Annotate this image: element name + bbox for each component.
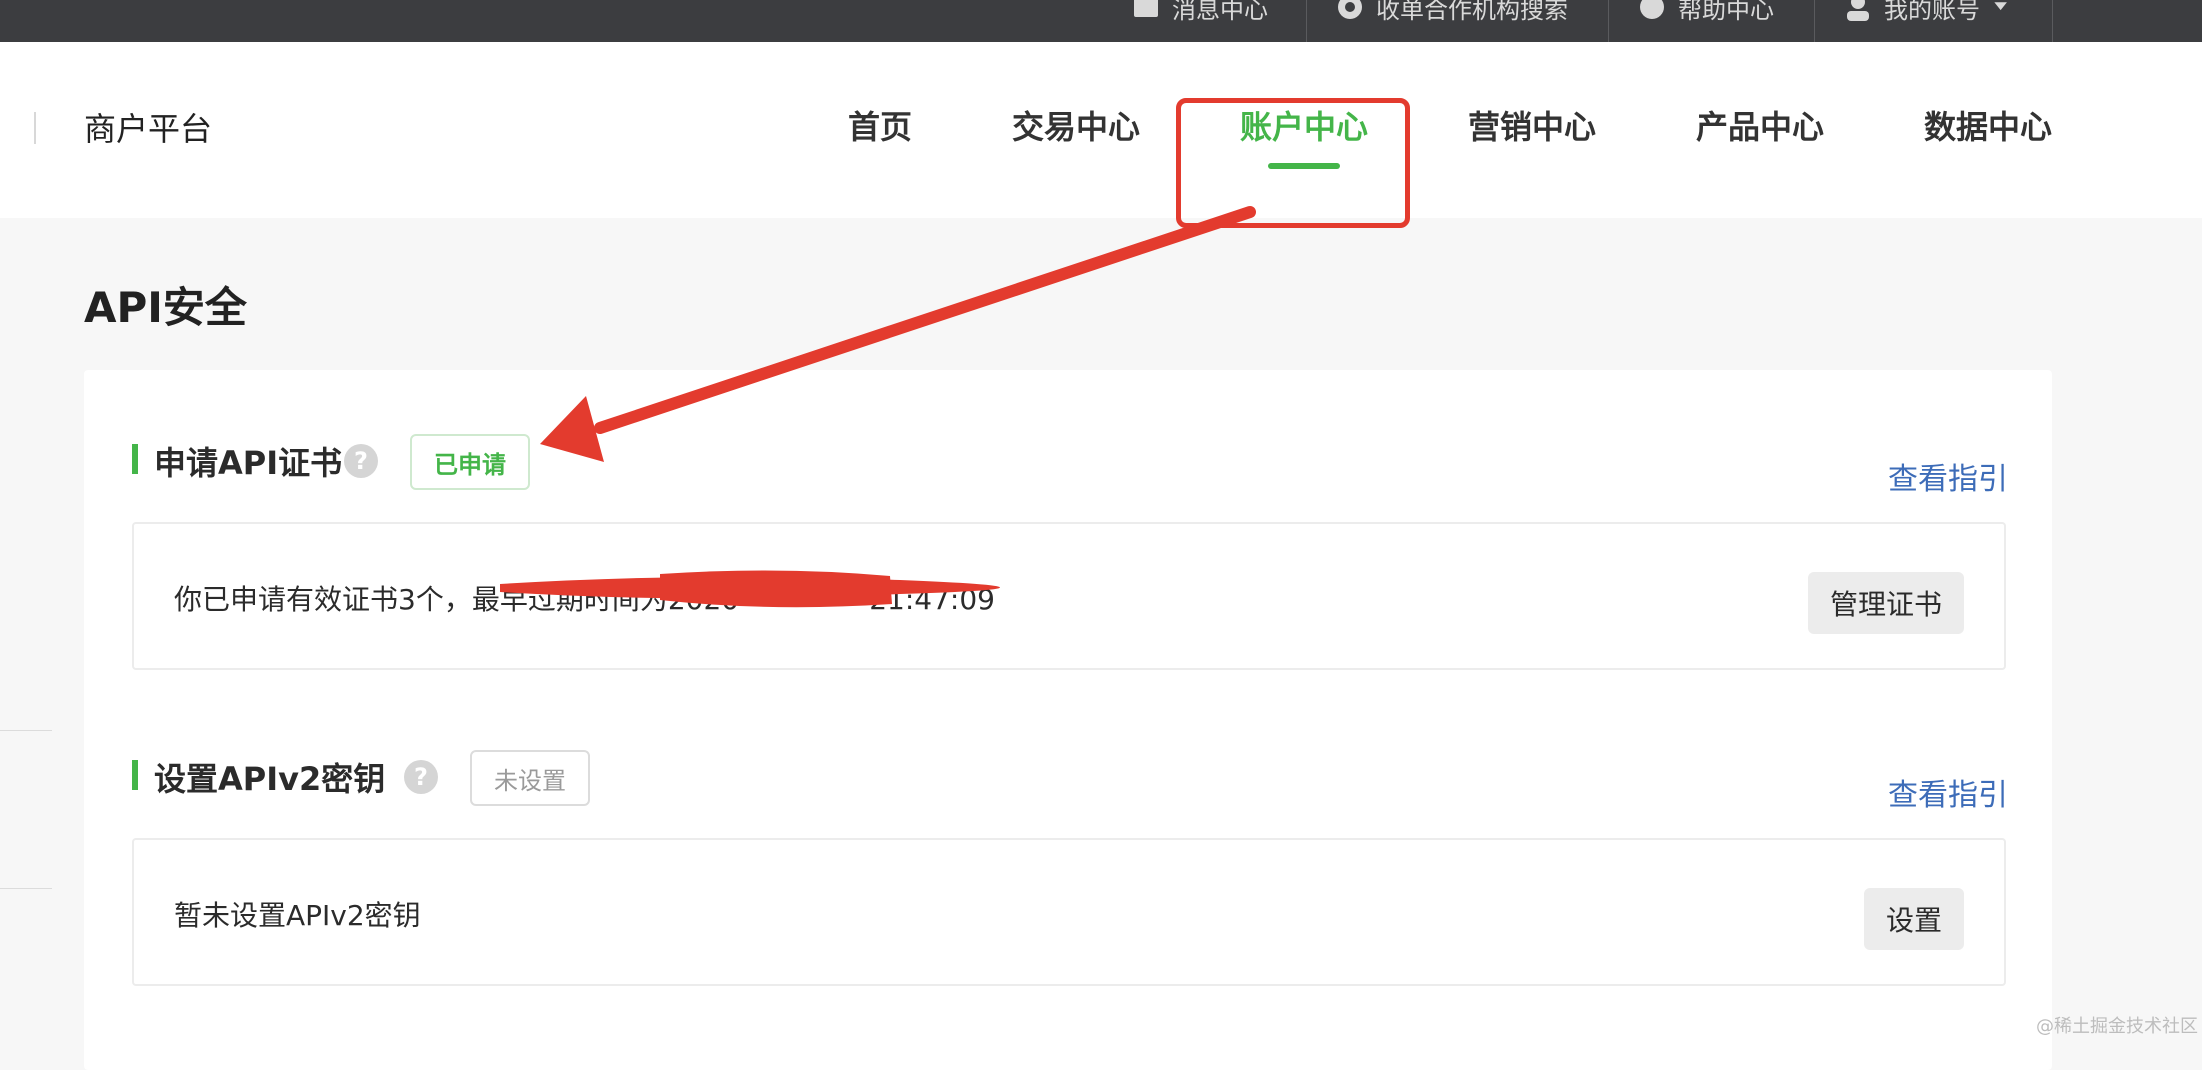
- set-key-button[interactable]: 设置: [1863, 888, 1964, 950]
- section-indicator-bar: [132, 444, 138, 474]
- utility-separator: [1306, 0, 1307, 42]
- my-account-label: 我的账号: [1884, 0, 1980, 24]
- user-icon: [1847, 0, 1869, 21]
- certificate-info-text: 你已申请有效证书3个，最早过期时间为2020- 21:47:09: [174, 578, 995, 618]
- search-agency-icon: [1338, 0, 1362, 19]
- watermark: @稀土掘金技术社区: [2036, 1016, 2198, 1037]
- left-edge-line: [0, 888, 52, 889]
- agency-search-label: 收单合作机构搜索: [1376, 0, 1568, 24]
- chevron-down-icon: [1994, 2, 2007, 11]
- apiv2-key-info-text: 暂未设置APIv2密钥: [174, 899, 421, 932]
- header-divider: [34, 112, 36, 144]
- nav-data-center[interactable]: 数据中心: [1924, 102, 2052, 148]
- question-icon[interactable]: ?: [404, 760, 438, 794]
- my-account-menu[interactable]: 我的账号: [1844, 0, 2014, 28]
- certificate-row: 你已申请有效证书3个，最早过期时间为2020- 21:47:09 管理证书: [132, 522, 2006, 670]
- message-icon: [1134, 0, 1158, 17]
- section-indicator-bar: [132, 760, 138, 790]
- message-center-link[interactable]: 消息中心: [1132, 0, 1268, 28]
- nav-product-center[interactable]: 产品中心: [1696, 102, 1824, 148]
- utility-separator: [1814, 0, 1815, 42]
- help-circle-icon: [1640, 0, 1664, 19]
- left-edge-line: [0, 730, 52, 731]
- help-center-link[interactable]: 帮助中心: [1638, 0, 1774, 28]
- nav-home[interactable]: 首页: [848, 102, 912, 148]
- agency-search-link[interactable]: 收单合作机构搜索: [1336, 0, 1568, 28]
- help-center-label: 帮助中心: [1678, 0, 1774, 24]
- section-title-api-cert: 申请API证书: [154, 444, 343, 482]
- utility-separator: [1608, 0, 1609, 42]
- nav-transaction-center[interactable]: 交易中心: [1012, 102, 1140, 148]
- status-badge-applied: 已申请: [410, 434, 530, 490]
- certificate-info-main: 你已申请有效证书3个，最早过期时间为2020-: [174, 583, 750, 616]
- question-icon[interactable]: ?: [344, 444, 378, 478]
- status-badge-not-set: 未设置: [470, 750, 590, 806]
- page-title: API安全: [84, 283, 247, 332]
- apiv2-key-row: 暂未设置APIv2密钥 设置: [132, 838, 2006, 986]
- main-header: 商户平台 首页 交易中心 账户中心 营销中心 产品中心 数据中心: [0, 42, 2202, 228]
- brand-title: 商户平台: [84, 110, 213, 148]
- nav-marketing-center[interactable]: 营销中心: [1468, 102, 1596, 148]
- section-title-apiv2-key: 设置APIv2密钥: [154, 760, 386, 798]
- nav-account-center[interactable]: 账户中心: [1240, 102, 1368, 148]
- certificate-info-time: 21:47:09: [869, 583, 995, 616]
- utility-bar: 消息中心 收单合作机构搜索 帮助中心 我的账号: [0, 0, 2202, 42]
- view-guide-link[interactable]: 查看指引: [1888, 770, 2008, 814]
- manage-certificate-button[interactable]: 管理证书: [1807, 572, 1964, 634]
- active-nav-underline: [1268, 163, 1340, 169]
- view-guide-link[interactable]: 查看指引: [1888, 454, 2008, 498]
- utility-separator: [2052, 0, 2053, 42]
- message-center-label: 消息中心: [1172, 0, 1268, 24]
